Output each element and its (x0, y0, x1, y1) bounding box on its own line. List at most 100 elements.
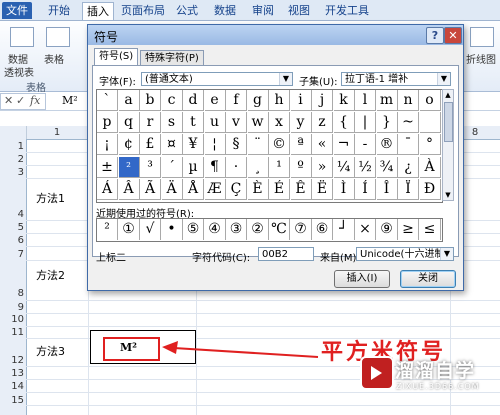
symbol-cell[interactable]: r (140, 112, 161, 134)
pivot-table-icon[interactable] (10, 27, 34, 47)
symbol-cell[interactable]: p (97, 112, 118, 134)
table-icon[interactable] (46, 27, 70, 47)
symbol-cell[interactable]: a (118, 90, 140, 111)
tab-special-chars[interactable]: 特殊字符(P) (140, 50, 204, 66)
symbol-cell[interactable]: Ê (290, 178, 312, 200)
symbol-cell[interactable]: o (419, 90, 441, 111)
symbol-cell[interactable]: ¹ (269, 156, 290, 178)
recent-symbol[interactable]: ③ (226, 219, 247, 240)
row-header[interactable]: 10 (0, 314, 24, 325)
symbol-cell[interactable]: | (355, 112, 376, 134)
scroll-up-icon[interactable]: ▲ (443, 90, 453, 100)
recent-symbol[interactable]: ② (248, 219, 269, 240)
symbol-cell[interactable]: h (269, 90, 290, 111)
close-button[interactable]: 关闭 (400, 270, 456, 288)
symbol-cell[interactable]: Ä (161, 178, 183, 200)
symbol-cell[interactable]: c (161, 90, 183, 111)
symbol-cell[interactable]: ¿ (398, 156, 419, 178)
row-header[interactable]: 2 (0, 154, 24, 165)
symbol-cell[interactable]: ® (376, 134, 398, 156)
tab-page-layout[interactable]: 页面布局 (120, 2, 166, 19)
symbol-cell[interactable]: © (269, 134, 290, 156)
symbol-cell[interactable]: Ë (312, 178, 333, 200)
fx-icon[interactable]: fx (30, 94, 40, 107)
symbol-cell[interactable]: ³ (140, 156, 161, 178)
symbol-cell[interactable]: m (376, 90, 398, 111)
symbol-cell[interactable]: Æ (204, 178, 226, 200)
chevron-down-icon[interactable]: ▼ (279, 73, 292, 85)
recent-symbol[interactable]: √ (140, 219, 161, 240)
symbol-cell[interactable]: n (398, 90, 419, 111)
symbol-cell[interactable]: Ç (226, 178, 247, 200)
symbol-cell[interactable]: º (290, 156, 312, 178)
chevron-down-icon[interactable]: ▼ (437, 73, 450, 85)
scroll-thumb[interactable] (444, 102, 453, 142)
symbol-cell[interactable] (419, 112, 441, 134)
symbol-cell[interactable]: j (312, 90, 333, 111)
row-header[interactable]: 13 (0, 368, 24, 379)
recent-symbol[interactable]: ≥ (398, 219, 419, 240)
symbol-cell[interactable]: ¯ (398, 134, 419, 156)
row-header[interactable]: 4 (0, 209, 24, 220)
symbol-cell[interactable]: ¢ (118, 134, 140, 156)
recent-symbol[interactable]: × (355, 219, 376, 240)
symbol-cell[interactable]: u (204, 112, 226, 134)
symbol-cell[interactable]: ¡ (97, 134, 118, 156)
symbol-cell[interactable]: ¬ (333, 134, 355, 156)
tab-developer[interactable]: 开发工具 (322, 2, 372, 19)
symbol-cell[interactable]: x (269, 112, 290, 134)
recent-symbol[interactable]: ℃ (269, 219, 290, 240)
symbol-cell[interactable]: Î (376, 178, 398, 200)
row-header[interactable]: 9 (0, 302, 24, 313)
close-icon[interactable]: ✕ (444, 27, 462, 44)
recent-symbol[interactable]: ① (119, 219, 140, 240)
method2-cell[interactable]: 方法2 (36, 267, 65, 283)
symbol-grid-scrollbar[interactable]: ▲ ▼ (442, 89, 454, 201)
row-header[interactable]: 11 (0, 327, 24, 338)
row-header[interactable]: 14 (0, 381, 24, 392)
symbol-cell[interactable]: ± (97, 156, 118, 178)
symbol-cell[interactable]: ¤ (161, 134, 183, 156)
symbol-cell[interactable]: ´ (161, 156, 183, 178)
tab-home[interactable]: 开始 (44, 2, 74, 19)
column-header[interactable]: 1 (26, 126, 89, 139)
method3-cell[interactable]: 方法3 (36, 343, 65, 359)
tab-review[interactable]: 审阅 (250, 2, 276, 19)
symbol-cell[interactable]: - (355, 134, 376, 156)
row-header[interactable]: 12 (0, 355, 24, 366)
symbol-cell[interactable]: Ð (419, 178, 441, 200)
dialog-title-bar[interactable]: 符号 ? ✕ (88, 25, 463, 45)
recent-symbol[interactable]: ⑤ (183, 219, 204, 240)
symbol-cell[interactable]: s (161, 112, 183, 134)
recent-symbol[interactable]: ⑨ (377, 219, 398, 240)
symbol-cell[interactable]: } (376, 112, 398, 134)
symbol-cell[interactable]: l (355, 90, 376, 111)
charcode-input[interactable]: 00B2 (258, 247, 314, 261)
symbol-cell[interactable]: ¾ (376, 156, 398, 178)
recent-symbol[interactable]: ④ (205, 219, 226, 240)
cancel-icon[interactable]: ✕ (4, 94, 13, 107)
symbol-cell[interactable]: { (333, 112, 355, 134)
symbol-cell[interactable]: ¨ (247, 134, 269, 156)
tab-formulas[interactable]: 公式 (174, 2, 200, 19)
symbol-cell[interactable]: v (226, 112, 247, 134)
symbol-cell[interactable]: Í (355, 178, 376, 200)
recent-symbol[interactable]: ┘ (334, 219, 355, 240)
symbol-cell[interactable]: £ (140, 134, 161, 156)
row-header[interactable]: 7 (0, 249, 24, 260)
formula-content[interactable]: M² (62, 94, 78, 107)
symbol-cell-selected[interactable]: ² (118, 156, 140, 178)
symbol-cell[interactable]: g (247, 90, 269, 111)
symbol-cell[interactable]: « (312, 134, 333, 156)
symbol-cell[interactable]: ¥ (183, 134, 204, 156)
enter-icon[interactable]: ✓ (16, 94, 25, 107)
symbol-cell[interactable]: · (226, 156, 247, 178)
line-chart-icon[interactable] (470, 27, 494, 47)
recent-symbol[interactable]: • (162, 219, 183, 240)
symbol-cell[interactable]: q (118, 112, 140, 134)
symbol-cell[interactable]: ª (290, 134, 312, 156)
font-select[interactable]: (普通文本) ▼ (141, 72, 293, 86)
symbol-cell[interactable]: t (183, 112, 204, 134)
symbol-cell[interactable]: Å (183, 178, 204, 200)
symbol-cell[interactable]: f (226, 90, 247, 111)
